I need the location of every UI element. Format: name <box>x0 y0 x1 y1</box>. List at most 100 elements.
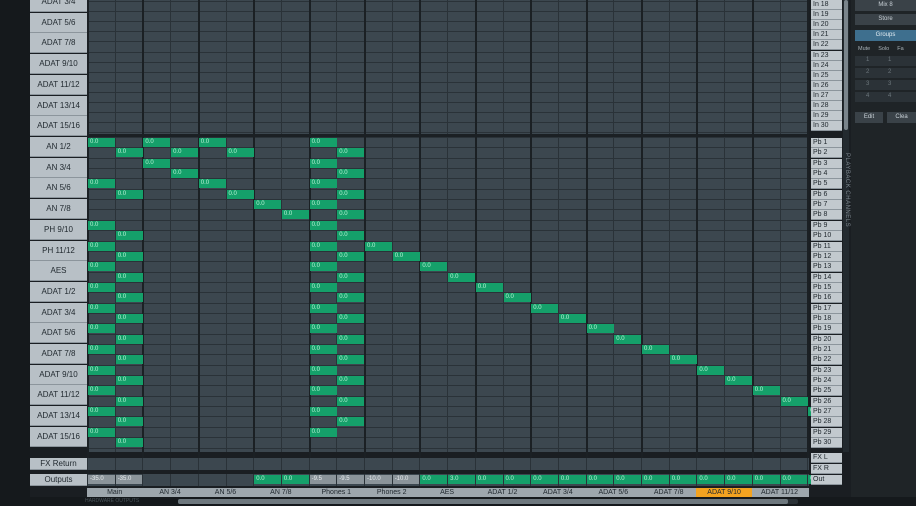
output-level-cell[interactable]: 0.0 <box>558 475 586 484</box>
send-level-cell[interactable]: 0.0 <box>88 407 115 417</box>
send-level-cell[interactable]: 0.0 <box>309 282 337 292</box>
send-level-cell[interactable]: 0.0 <box>115 231 143 241</box>
input-label-top[interactable]: ADAT 3/4 <box>30 0 87 12</box>
vertical-scroll-thumb[interactable] <box>844 0 848 130</box>
send-level-cell[interactable]: 0.0 <box>226 189 254 199</box>
send-level-cell[interactable]: 0.0 <box>309 386 337 396</box>
send-level-cell[interactable]: 0.0 <box>586 324 614 334</box>
input-label-top[interactable]: ADAT 11/12 <box>30 74 87 95</box>
output-level-cell[interactable]: 3.0 <box>448 475 476 484</box>
group-mute-2[interactable]: 2 <box>866 69 869 75</box>
send-level-cell[interactable]: 0.0 <box>365 241 392 251</box>
send-level-cell[interactable]: 0.0 <box>88 262 115 272</box>
output-level-cell[interactable]: 0.0 <box>281 475 309 484</box>
send-level-cell[interactable]: 0.0 <box>531 303 559 313</box>
fx-return-row[interactable] <box>87 458 809 470</box>
send-level-cell[interactable]: 0.0 <box>88 138 115 147</box>
input-label-top[interactable]: ADAT 5/6 <box>30 12 87 33</box>
send-level-cell[interactable]: 0.0 <box>309 262 337 272</box>
edit-button[interactable]: Edit <box>855 112 883 123</box>
send-level-cell[interactable]: 0.0 <box>309 138 337 147</box>
send-level-cell[interactable]: 0.0 <box>337 210 365 220</box>
send-level-cell[interactable]: 0.0 <box>337 313 365 323</box>
output-level-cell[interactable]: 0.0 <box>586 475 614 484</box>
input-label-top[interactable]: ADAT 15/16 <box>30 116 87 137</box>
store-button[interactable]: Store <box>855 14 916 25</box>
output-level-cell[interactable]: -10.0 <box>365 475 392 484</box>
group-solo-3[interactable]: 3 <box>888 81 891 87</box>
input-label[interactable]: PH 11/12 <box>30 240 87 261</box>
input-label-top[interactable]: ADAT 7/8 <box>30 33 87 54</box>
send-level-cell[interactable]: 0.0 <box>309 220 337 230</box>
send-level-cell[interactable]: 0.0 <box>337 293 365 303</box>
send-level-cell[interactable]: 0.0 <box>143 138 171 147</box>
input-label-top[interactable]: ADAT 9/10 <box>30 54 87 75</box>
send-level-cell[interactable]: 0.0 <box>642 345 669 354</box>
group-mute-1[interactable]: 1 <box>866 57 869 63</box>
input-label-top[interactable]: ADAT 13/14 <box>30 95 87 116</box>
send-level-cell[interactable]: 0.0 <box>115 148 143 158</box>
group-solo-2[interactable]: 2 <box>888 69 891 75</box>
send-level-cell[interactable]: 0.0 <box>281 210 309 220</box>
output-level-cell[interactable]: 0.0 <box>475 475 503 484</box>
send-level-cell[interactable]: 0.0 <box>337 231 365 241</box>
send-level-cell[interactable]: 0.0 <box>115 438 143 448</box>
output-bus-tab[interactable]: AN 7/8 <box>253 488 308 497</box>
input-label[interactable]: AN 5/6 <box>30 178 87 199</box>
output-level-cell[interactable]: 0.0 <box>503 475 531 484</box>
send-level-cell[interactable]: 0.0 <box>309 427 337 437</box>
send-level-cell[interactable]: 0.0 <box>88 345 115 354</box>
send-level-cell[interactable]: 0.0 <box>309 303 337 313</box>
input-label[interactable]: ADAT 7/8 <box>30 344 87 364</box>
input-label[interactable]: PH 9/10 <box>30 219 87 240</box>
send-level-cell[interactable]: 0.0 <box>171 148 199 158</box>
send-level-cell[interactable]: 0.0 <box>115 376 143 386</box>
send-level-cell[interactable]: 0.0 <box>309 324 337 334</box>
send-level-cell[interactable]: 0.0 <box>88 282 115 292</box>
output-level-cell[interactable]: -9.5 <box>337 475 365 484</box>
send-level-cell[interactable]: 0.0 <box>614 334 642 344</box>
output-level-cell[interactable]: -35.0 <box>88 475 115 484</box>
output-level-cell[interactable]: 0.0 <box>254 475 282 484</box>
send-level-cell[interactable]: 0.0 <box>392 251 420 261</box>
send-level-cell[interactable]: 0.0 <box>337 396 365 406</box>
input-label[interactable]: AN 3/4 <box>30 157 87 178</box>
send-level-cell[interactable]: 0.0 <box>337 417 365 427</box>
send-level-cell[interactable]: 0.0 <box>115 355 143 365</box>
output-bus-tab[interactable]: AES <box>419 488 474 497</box>
send-level-cell[interactable]: 0.0 <box>115 293 143 303</box>
input-label[interactable]: ADAT 9/10 <box>30 364 87 385</box>
input-label[interactable]: ADAT 13/14 <box>30 406 87 427</box>
send-level-cell[interactable]: 0.0 <box>337 169 365 179</box>
send-level-cell[interactable]: 0.0 <box>697 365 725 375</box>
output-bus-tab[interactable]: Phones 2 <box>364 488 419 497</box>
send-level-cell[interactable]: 0.0 <box>337 272 365 282</box>
output-bus-tab[interactable]: AN 3/4 <box>142 488 197 497</box>
send-level-cell[interactable]: 0.0 <box>337 334 365 344</box>
send-level-cell[interactable]: 0.0 <box>198 179 226 189</box>
output-bus-tab[interactable]: ADAT 5/6 <box>586 488 641 497</box>
send-level-cell[interactable]: 0.0 <box>337 376 365 386</box>
send-level-cell[interactable]: 0.0 <box>309 365 337 375</box>
send-level-cell[interactable]: 0.0 <box>558 313 586 323</box>
group-row-2[interactable]: 2 2 <box>855 68 916 78</box>
input-label[interactable]: AES <box>30 261 87 282</box>
input-label[interactable]: ADAT 11/12 <box>30 385 87 406</box>
routing-matrix[interactable]: 0.0 0.0 0.0 0.0 0.0 0.0 0.0 0.0 0.0 0.0 0.0 0.0 0.0 0… <box>87 0 836 488</box>
send-level-cell[interactable]: 0.0 <box>88 324 115 334</box>
send-level-cell[interactable]: 0.0 <box>420 262 448 272</box>
send-level-cell[interactable]: 0.0 <box>309 179 337 189</box>
output-level-cell[interactable]: 0.0 <box>725 475 753 484</box>
send-level-cell[interactable]: 0.0 <box>780 396 808 406</box>
send-level-cell[interactable]: 0.0 <box>115 334 143 344</box>
send-level-cell[interactable]: 0.0 <box>88 427 115 437</box>
input-label[interactable]: AN 1/2 <box>30 137 87 157</box>
group-row-4[interactable]: 4 4 <box>855 92 916 102</box>
send-level-cell[interactable]: 0.0 <box>88 365 115 375</box>
horizontal-scroll-thumb[interactable] <box>178 499 788 504</box>
output-level-cell[interactable]: 0.0 <box>669 475 697 484</box>
output-bus-tab[interactable]: ADAT 7/8 <box>641 488 696 497</box>
send-level-cell[interactable]: 0.0 <box>503 293 531 303</box>
send-level-cell[interactable]: 0.0 <box>309 345 337 354</box>
output-level-cell[interactable]: -35.0 <box>115 475 143 484</box>
